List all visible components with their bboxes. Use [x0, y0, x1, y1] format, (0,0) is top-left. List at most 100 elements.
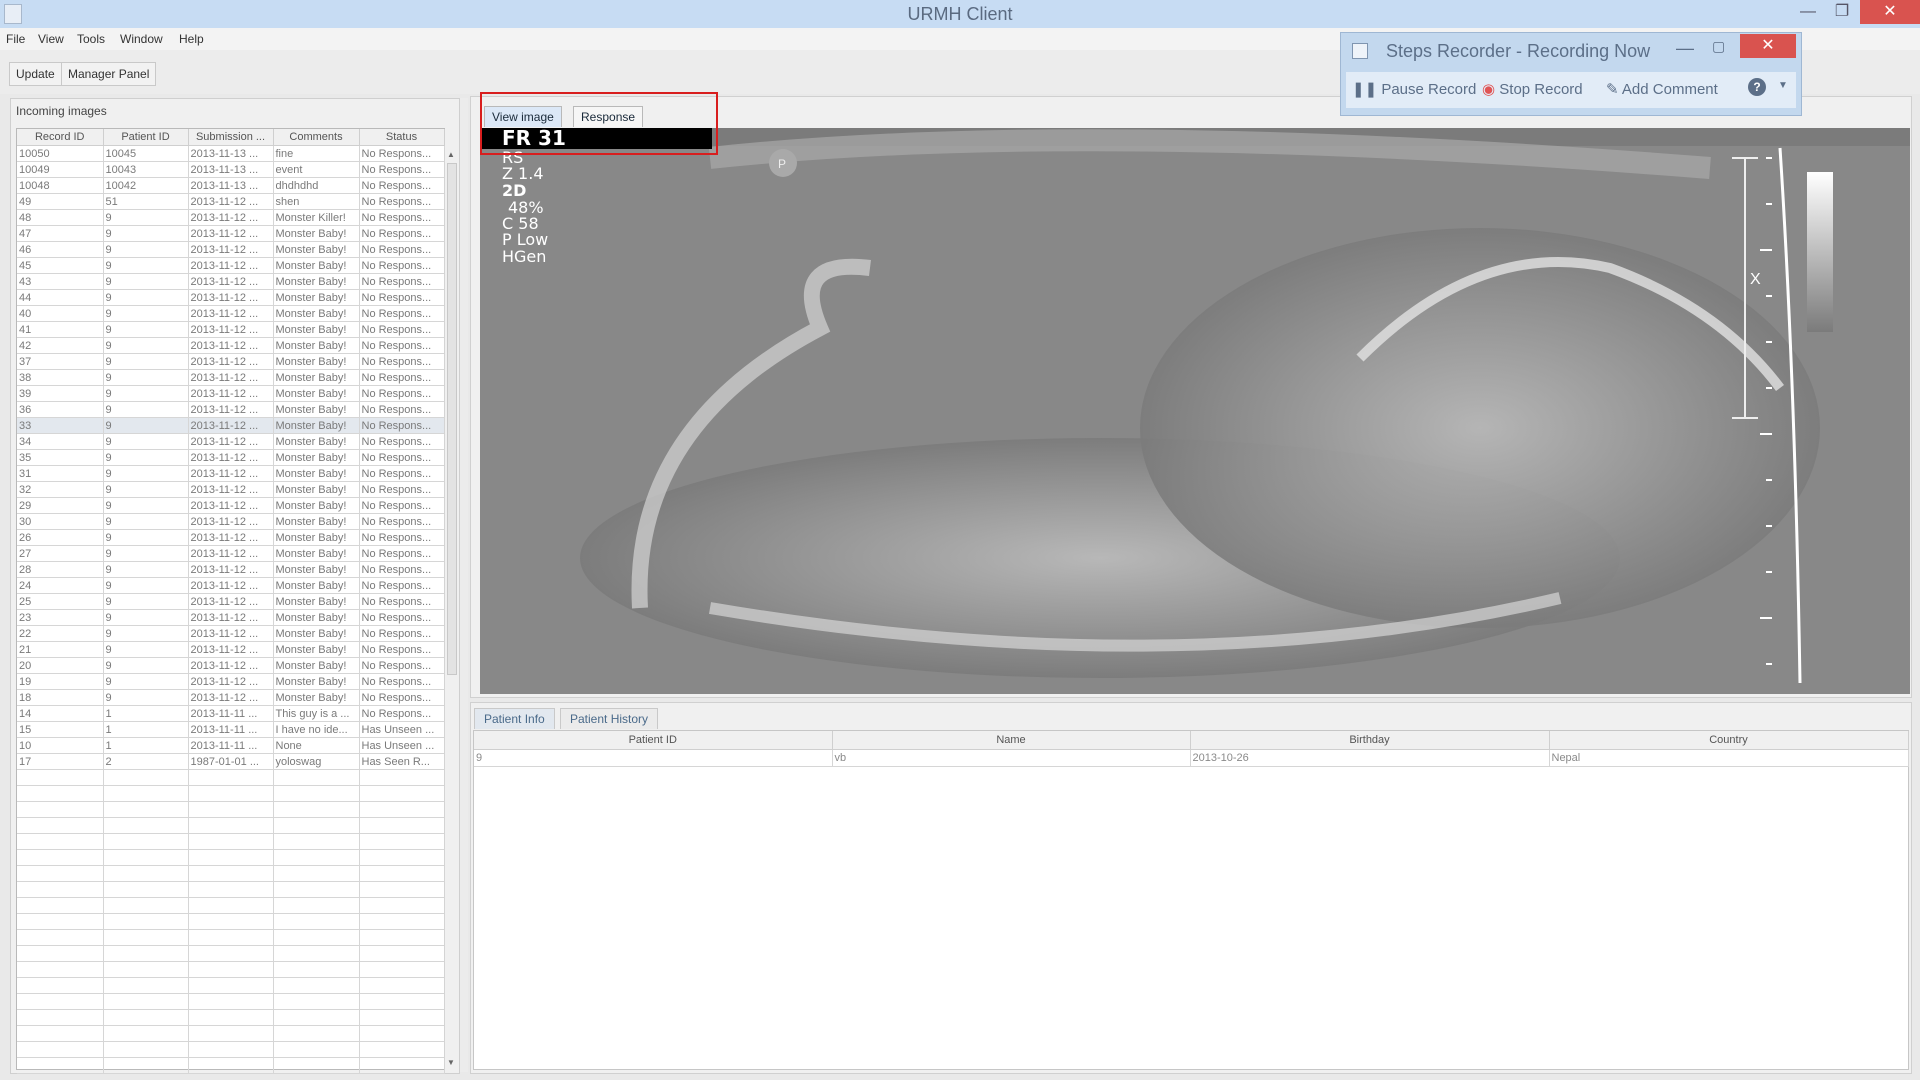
overlay-mode: 2D	[502, 181, 527, 200]
table-cell: Monster Baby!	[273, 465, 360, 482]
table-row[interactable]: 32 9 2013-11-12 ... Monster Baby! No Respons…	[17, 481, 445, 498]
table-cell: 34	[17, 433, 104, 450]
table-row[interactable]: 10049 10043 2013-11-13 ... event No Respons.…	[17, 161, 445, 178]
table-row[interactable]: 36 9 2013-11-12 ... Monster Baby! No Respons…	[17, 401, 445, 418]
add-comment-button[interactable]: ✎ Add Comment	[1606, 80, 1718, 98]
table-row[interactable]: 20 9 2013-11-12 ... Monster Baby! No Respons…	[17, 657, 445, 674]
scroll-up-arrow-icon[interactable]: ▲	[445, 150, 457, 160]
table-row[interactable]: 41 9 2013-11-12 ... Monster Baby! No Respons…	[17, 321, 445, 338]
recorder-close-button[interactable]: ✕	[1740, 34, 1796, 58]
patient-column-header[interactable]: Country	[1549, 731, 1909, 750]
table-row[interactable]: 46 9 2013-11-12 ... Monster Baby! No Respons…	[17, 241, 445, 258]
update-button[interactable]: Update	[9, 62, 62, 86]
table-cell: No Respons...	[359, 465, 445, 482]
column-header[interactable]: Status	[359, 129, 445, 146]
table-cell: dhdhdhd	[273, 177, 360, 194]
table-row[interactable]: 17 2 1987-01-01 ... yoloswag Has Seen R...	[17, 753, 445, 770]
table-row[interactable]: 14 1 2013-11-11 ... This guy is a ... No Res…	[17, 705, 445, 722]
table-cell: 46	[17, 241, 104, 258]
patient-column-header[interactable]: Name	[832, 731, 1191, 750]
menu-tools[interactable]: Tools	[77, 32, 105, 46]
table-row[interactable]: 34 9 2013-11-12 ... Monster Baby! No Respons…	[17, 433, 445, 450]
table-row[interactable]: 47 9 2013-11-12 ... Monster Baby! No Respons…	[17, 225, 445, 242]
table-cell: Monster Baby!	[273, 369, 360, 386]
table-row[interactable]: 45 9 2013-11-12 ... Monster Baby! No Respons…	[17, 257, 445, 274]
recorder-maximize-button[interactable]: ▢	[1712, 38, 1725, 55]
column-header[interactable]: Submission ...	[188, 129, 274, 146]
table-row[interactable]: 26 9 2013-11-12 ... Monster Baby! No Respons…	[17, 529, 445, 546]
help-icon[interactable]: ?	[1748, 78, 1766, 96]
empty-cell	[359, 881, 445, 898]
empty-cell	[188, 929, 274, 946]
table-cell: 23	[17, 609, 104, 626]
table-row[interactable]: 30 9 2013-11-12 ... Monster Baby! No Respons…	[17, 513, 445, 530]
table-row[interactable]: 10048 10042 2013-11-13 ... dhdhdhd No Respon…	[17, 177, 445, 194]
incoming-images-table: Record ID Patient ID Submission ... Comment…	[17, 129, 445, 1074]
scrollbar-thumb[interactable]	[447, 163, 457, 675]
table-row[interactable]: 10050 10045 2013-11-13 ... fine No Respons..…	[17, 145, 445, 162]
table-cell: No Respons...	[359, 577, 445, 594]
table-cell: No Respons...	[359, 273, 445, 290]
empty-cell	[273, 769, 360, 786]
table-row[interactable]: 39 9 2013-11-12 ... Monster Baby! No Respons…	[17, 385, 445, 402]
empty-cell	[188, 913, 274, 930]
menu-window[interactable]: Window	[120, 32, 163, 46]
table-row[interactable]: 48 9 2013-11-12 ... Monster Killer! No Respo…	[17, 209, 445, 226]
recorder-minimize-button[interactable]: —	[1676, 38, 1694, 59]
panel-splitter[interactable]	[460, 98, 468, 1072]
table-row[interactable]: 27 9 2013-11-12 ... Monster Baby! No Respons…	[17, 545, 445, 562]
manager-panel-button[interactable]: Manager Panel	[61, 62, 157, 86]
table-row[interactable]: 31 9 2013-11-12 ... Monster Baby! No Respons…	[17, 465, 445, 482]
table-row[interactable]: 42 9 2013-11-12 ... Monster Baby! No Respons…	[17, 337, 445, 354]
chevron-down-icon[interactable]: ▼	[1778, 80, 1788, 91]
menu-view[interactable]: View	[38, 32, 64, 46]
scale-marker-label: X	[1750, 271, 1761, 288]
table-row[interactable]: 25 9 2013-11-12 ... Monster Baby! No Respons…	[17, 593, 445, 610]
table-row[interactable]: 22 9 2013-11-12 ... Monster Baby! No Respons…	[17, 625, 445, 642]
table-row[interactable]: 37 9 2013-11-12 ... Monster Baby! No Respons…	[17, 353, 445, 370]
restore-button[interactable]: ❐	[1822, 0, 1862, 24]
table-cell: 9	[103, 689, 189, 706]
table-row[interactable]: 21 9 2013-11-12 ... Monster Baby! No Respons…	[17, 641, 445, 658]
table-cell: 9	[103, 433, 189, 450]
table-row[interactable]: 38 9 2013-11-12 ... Monster Baby! No Respons…	[17, 369, 445, 386]
patient-info-table-container: Patient ID Name Birthday Country 9 vb 2013-10…	[473, 730, 1909, 1070]
table-row[interactable]: 18 9 2013-11-12 ... Monster Baby! No Respons…	[17, 689, 445, 706]
table-cell: 2013-11-12 ...	[188, 337, 274, 354]
menu-help[interactable]: Help	[179, 32, 204, 46]
patient-column-header[interactable]: Patient ID	[474, 731, 833, 750]
table-row[interactable]: 19 9 2013-11-12 ... Monster Baby! No Respons…	[17, 673, 445, 690]
table-cell: Monster Baby!	[273, 289, 360, 306]
menu-file[interactable]: File	[6, 32, 25, 46]
stop-record-button[interactable]: ◉ Stop Record	[1482, 80, 1583, 98]
table-row[interactable]: 28 9 2013-11-12 ... Monster Baby! No Respons…	[17, 561, 445, 578]
table-cell: 2013-11-11 ...	[188, 737, 274, 754]
scroll-down-arrow-icon[interactable]: ▼	[445, 1058, 457, 1068]
pause-record-button[interactable]: ❚❚ Pause Record	[1352, 80, 1476, 98]
table-row[interactable]: 40 9 2013-11-12 ... Monster Baby! No Respons…	[17, 305, 445, 322]
patient-row[interactable]: 9 vb 2013-10-26 Nepal	[474, 749, 1909, 767]
empty-cell	[17, 993, 104, 1010]
tab-patient-info[interactable]: Patient Info	[474, 708, 555, 729]
table-row[interactable]: 35 9 2013-11-12 ... Monster Baby! No Respons…	[17, 449, 445, 466]
table-row[interactable]: 15 1 2013-11-11 ... I have no ide... Has Uns…	[17, 721, 445, 738]
table-row[interactable]: 24 9 2013-11-12 ... Monster Baby! No Respons…	[17, 577, 445, 594]
table-row[interactable]: 10 1 2013-11-11 ... None Has Unseen ...	[17, 737, 445, 754]
table-cell: 43	[17, 273, 104, 290]
empty-cell	[103, 1009, 189, 1026]
tab-patient-history[interactable]: Patient History	[560, 708, 659, 729]
table-row[interactable]: 29 9 2013-11-12 ... Monster Baby! No Respons…	[17, 497, 445, 514]
table-row[interactable]: 23 9 2013-11-12 ... Monster Baby! No Respons…	[17, 609, 445, 626]
column-header[interactable]: Patient ID	[103, 129, 189, 146]
table-cell: 10048	[17, 177, 104, 194]
close-button[interactable]: ✕	[1860, 0, 1920, 24]
table-row[interactable]: 49 51 2013-11-12 ... shen No Respons...	[17, 193, 445, 210]
table-row[interactable]: 33 9 2013-11-12 ... Monster Baby! No Respons…	[17, 417, 445, 434]
column-header[interactable]: Comments	[273, 129, 360, 146]
empty-cell	[359, 993, 445, 1010]
patient-column-header[interactable]: Birthday	[1190, 731, 1550, 750]
column-header[interactable]: Record ID	[17, 129, 104, 146]
table-row[interactable]: 44 9 2013-11-12 ... Monster Baby! No Respons…	[17, 289, 445, 306]
table-row[interactable]: 43 9 2013-11-12 ... Monster Baby! No Respons…	[17, 273, 445, 290]
table-cell: 19	[17, 673, 104, 690]
